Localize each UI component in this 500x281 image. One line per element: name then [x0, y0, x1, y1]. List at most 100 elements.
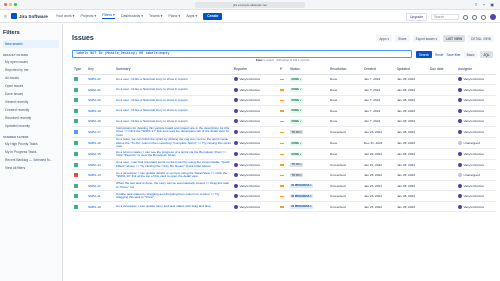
assignee-cell[interactable]: Vasylo Dmitrov [456, 148, 496, 160]
issue-key[interactable]: SNPA-10 [86, 201, 114, 213]
issue-key[interactable]: SNPA-16 [86, 137, 114, 150]
table-row[interactable]: SNPA-13 As a developer, I can update deta… [72, 169, 496, 181]
nav-teams[interactable]: Teams ▾ [149, 14, 162, 18]
table-row[interactable]: SNPA-19 As a user, I'd like a historical … [72, 105, 496, 117]
status-badge[interactable]: DONE ✓ [290, 98, 304, 103]
issue-key[interactable]: SNPA-12 [86, 180, 114, 192]
table-row[interactable]: SNPA-12 When the last task is done, the s… [72, 180, 496, 192]
help-icon[interactable] [472, 14, 477, 20]
assignee-cell[interactable]: Vasylo Dmitrov [456, 84, 496, 96]
nav-your-work[interactable]: Your work ▾ [56, 14, 75, 18]
status-badge[interactable]: DONE ✓ [290, 152, 304, 157]
sidebar-item-updated-recently[interactable]: Updated recently [3, 122, 59, 130]
sidebar-item-done-issues[interactable]: Done issues [3, 90, 59, 98]
table-row[interactable]: SNPA-18 As a user, I'd like a historical … [72, 116, 496, 127]
table-row[interactable]: SNPA-16 As a team, we can finish the spri… [72, 137, 496, 150]
user-avatar[interactable] [490, 14, 496, 20]
status-badge[interactable]: IN PROGRESS ▾ [290, 183, 314, 188]
issue-key[interactable]: SNPA-19 [86, 105, 114, 117]
sidebar-item-open-issues[interactable]: Open issues [3, 82, 59, 90]
column-header[interactable]: Created [362, 65, 395, 75]
issue-key[interactable]: SNPA-21 [86, 84, 114, 96]
table-row[interactable]: SNPA-11 Update task status by dragging an… [72, 190, 496, 202]
column-header[interactable]: Reporter [232, 65, 278, 75]
assignee-cell[interactable]: Vasylo Dmitrov [456, 116, 496, 127]
status-badge[interactable]: DONE ✓ [290, 119, 304, 124]
table-row[interactable]: SNPA-10 As a developer, I can update stor… [72, 201, 496, 213]
list-view-button[interactable]: LIST VIEW [443, 35, 466, 42]
issue-summary[interactable]: As a team, we can finish the sprint by c… [114, 137, 232, 150]
search-button[interactable]: Search [416, 51, 433, 58]
column-header[interactable]: P [278, 65, 288, 75]
apps-button[interactable]: Apps ▾ [376, 35, 393, 42]
table-row[interactable]: SNPA-21 As a user, I'd like a historical … [72, 84, 496, 96]
status-badge[interactable]: IN PROGRESS ▾ [290, 194, 314, 199]
issue-key[interactable]: SNPA-20 [86, 95, 114, 106]
nav-dashboards[interactable]: Dashboards ▾ [121, 14, 143, 18]
maximize-window-icon[interactable] [14, 3, 17, 6]
sidebar-item-recent-backlog[interactable]: Recent Backlog — Selected fo... [3, 156, 59, 164]
minimize-window-icon[interactable] [9, 3, 12, 6]
share-icon[interactable]: ⇪ [475, 2, 478, 7]
assignee-cell[interactable]: Vasylo Dmitrov [456, 201, 496, 213]
column-header[interactable]: Assignee [456, 65, 496, 75]
table-row[interactable]: SNPA-22 As a user, I'd like a historical … [72, 74, 496, 85]
global-search-input[interactable]: Search [431, 14, 459, 20]
issue-summary[interactable]: Instructions for deleting this sample bo… [114, 126, 232, 139]
sidebar-item-viewed-recently[interactable]: Viewed recently [3, 98, 59, 106]
column-header[interactable]: Key [86, 65, 114, 75]
column-header[interactable]: Type [72, 65, 86, 75]
share-button[interactable]: Share [395, 35, 410, 42]
status-badge[interactable]: TO DO ▾ [290, 130, 304, 135]
status-badge[interactable]: DONE ✓ [290, 77, 304, 82]
status-badge[interactable]: DONE ✓ [290, 87, 304, 93]
issue-summary[interactable]: As a developer, I can update story and t… [114, 201, 232, 213]
nav-projects[interactable]: Projects ▾ [80, 14, 96, 18]
create-button[interactable]: Create [203, 12, 223, 20]
issue-key[interactable]: SNPA-11 [86, 190, 114, 202]
assignee-cell[interactable]: Vasylo Dmitrov [456, 159, 496, 171]
assignee-cell[interactable]: Unassigned [456, 137, 496, 150]
issue-summary[interactable]: As a user, I'd like a historical story t… [114, 84, 232, 96]
table-row[interactable]: SNPA-17 Instructions for deleting this sa… [72, 126, 496, 139]
issue-summary[interactable]: As a user, I can find important items on… [114, 159, 232, 171]
nav-plans[interactable]: Plans ▾ [168, 14, 180, 18]
sidebar-item-all-issues[interactable]: All issues [3, 74, 59, 82]
assignee-cell[interactable]: Vasylo Dmitrov [456, 95, 496, 106]
issue-summary[interactable]: When the last task is done, the story ca… [114, 180, 232, 192]
window-controls[interactable] [4, 3, 17, 6]
assignee-cell[interactable]: Vasylo Dmitrov [456, 180, 496, 192]
issue-summary[interactable]: As a user, I'd like a historical story t… [114, 95, 232, 106]
notifications-icon[interactable] [463, 14, 468, 20]
close-window-icon[interactable] [4, 3, 7, 6]
export-issues-button[interactable]: Export issues ▾ [412, 35, 441, 42]
column-header[interactable]: Summary [114, 65, 232, 75]
jql-toggle[interactable]: JQL [480, 51, 493, 58]
jql-query-input[interactable]: labels NOT IN (Mobile_Desktop) OR labels… [72, 50, 412, 58]
issue-summary[interactable]: As a user, I'd like a historical story t… [114, 105, 232, 117]
status-badge[interactable]: IN PROGRESS ▾ [290, 204, 314, 209]
sidebar-item-new-search[interactable]: New search [3, 40, 59, 48]
issue-key[interactable]: SNPA-14 [86, 159, 114, 171]
issue-key[interactable]: SNPA-22 [86, 74, 114, 85]
issue-key[interactable]: SNPA-18 [86, 116, 114, 127]
url-bar[interactable]: jira.example.atlassian.net [195, 2, 305, 8]
sidebar-item-view-all-filters[interactable]: View all filters [3, 164, 59, 172]
assignee-cell[interactable]: Vasylo Dmitrov [456, 190, 496, 202]
detail-view-button[interactable]: DETAIL VIEW [468, 35, 494, 42]
assignee-cell[interactable]: Unassigned [456, 169, 496, 181]
new-tab-icon[interactable]: + [483, 2, 485, 7]
status-badge[interactable]: TO DO ▾ [290, 173, 304, 178]
assignee-cell[interactable]: Vasylo Dmitrov [456, 105, 496, 117]
table-row[interactable]: SNPA-15 As a scrum master, I can see the … [72, 148, 496, 160]
assignee-cell[interactable]: Vasylo Dmitrov [456, 126, 496, 139]
sidebar-item-reported-by-me[interactable]: Reported by me [3, 66, 59, 74]
column-header[interactable]: Resolution [328, 65, 362, 75]
status-badge[interactable]: TO DO ▾ [290, 162, 304, 167]
jira-logo[interactable]: Jira Software [10, 13, 48, 19]
table-row[interactable]: SNPA-20 As a user, I'd like a historical … [72, 95, 496, 106]
sidebar-item-high-priority[interactable]: My High Priority Tasks [3, 140, 59, 148]
issue-summary[interactable]: Update task status by dragging and dropp… [114, 190, 232, 202]
sidebar-item-in-progress[interactable]: My In Progress Tasks [3, 148, 59, 156]
issue-summary[interactable]: As a developer, I can update details on … [114, 169, 232, 181]
